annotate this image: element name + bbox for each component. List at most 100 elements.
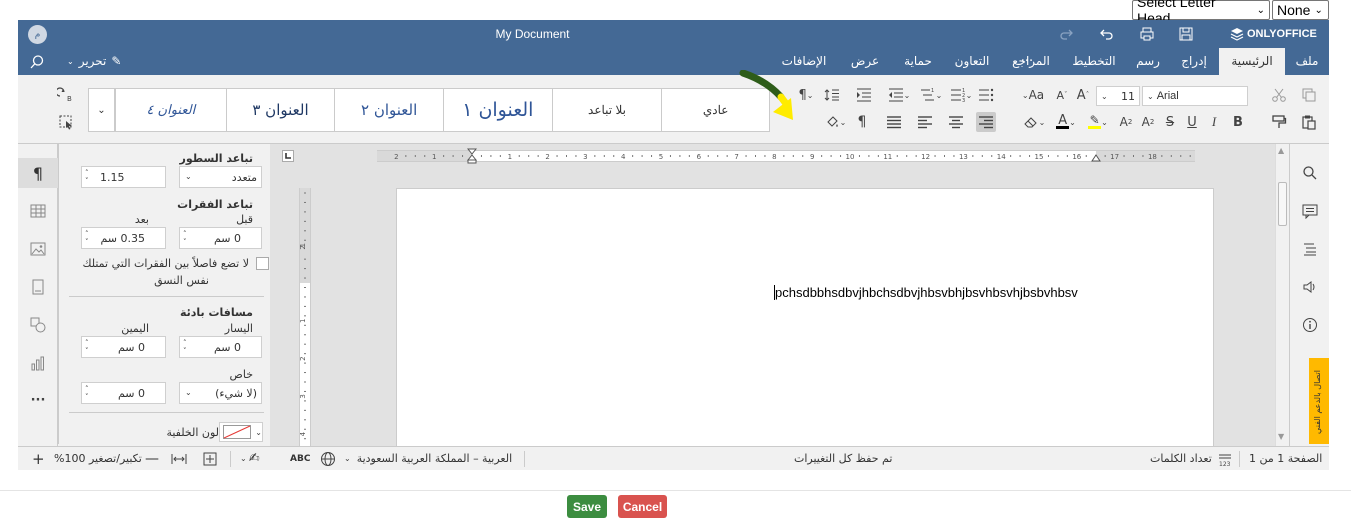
paragraph-shading-button[interactable]: ⌄ xyxy=(820,112,850,132)
copy-icon[interactable] xyxy=(1299,85,1319,105)
scrollbar-thumb[interactable] xyxy=(1278,182,1287,226)
subscript-icon[interactable]: A2 xyxy=(1116,112,1136,132)
cut-icon[interactable] xyxy=(1269,85,1289,105)
spell-check-icon[interactable]: ABC xyxy=(290,447,310,471)
more-settings-icon[interactable]: ··· xyxy=(28,390,48,410)
change-case-button[interactable]: ⌄ Aa xyxy=(1018,85,1048,105)
select-all-icon[interactable] xyxy=(56,112,76,132)
show-nonprinting-icon[interactable]: ¶ xyxy=(852,112,872,132)
tab-file[interactable]: ملف xyxy=(1290,48,1324,75)
spacing-after-input[interactable]: 0.35 سم ˄ ˅ xyxy=(81,227,166,249)
right-indent-input[interactable]: 0 سم ˄ ˅ xyxy=(81,336,166,358)
highlight-color-button[interactable]: ✎ ⌄ xyxy=(1084,112,1112,132)
increase-indent-icon[interactable] xyxy=(854,85,874,105)
line-spacing-mode-select[interactable]: متعدد ⌄ xyxy=(179,166,262,188)
style-heading-1[interactable]: العنوان ١ xyxy=(442,89,552,131)
search-icon[interactable] xyxy=(29,54,45,70)
word-count-button[interactable]: تعداد الكلمات 123 xyxy=(1150,447,1232,471)
language-select[interactable]: ⌄ العربية – المملكة العربية السعودية xyxy=(344,447,512,471)
italic-icon[interactable]: I xyxy=(1204,112,1224,132)
copy-style-icon[interactable] xyxy=(1269,112,1289,132)
tab-layout[interactable]: التخطيط xyxy=(1068,48,1120,75)
document-body-text[interactable]: pchsdbbhsdbvjhbchsdbvjhbsvbhjbsvhbsvhjbs… xyxy=(775,285,1078,300)
fit-width-icon[interactable] xyxy=(171,447,187,471)
horizontal-ruler[interactable]: 2 1 1 2 3 4 5 6 7 8 9 10 11 12 13 14 15 16 17 18 xyxy=(377,148,1195,164)
page-info[interactable]: الصفحة 1 من 1 xyxy=(1249,447,1322,471)
zoom-label[interactable]: تكبير/تصغير 100% xyxy=(54,447,142,471)
zoom-out-icon[interactable]: — xyxy=(145,447,159,471)
scroll-up-icon[interactable]: ▲ xyxy=(1278,146,1284,155)
tab-home[interactable]: الرئيسية xyxy=(1219,48,1285,75)
tab-collaboration[interactable]: التعاون xyxy=(948,48,996,75)
header-footer-settings-icon[interactable] xyxy=(28,277,48,297)
vertical-ruler[interactable]: 211234 xyxy=(299,188,311,446)
document-page[interactable]: pchsdbbhsdbvjhbchsdbvjhbsvbhjbsvhbsvhjbs… xyxy=(396,188,1214,448)
increase-font-icon[interactable]: Aˆ xyxy=(1073,85,1093,105)
save-button[interactable]: Save xyxy=(567,495,607,518)
globe-icon[interactable] xyxy=(320,447,336,471)
superscript-icon[interactable]: A2 xyxy=(1138,112,1158,132)
image-settings-icon[interactable] xyxy=(28,239,48,259)
left-indent-input[interactable]: 0 سم ˄ ˅ xyxy=(179,336,262,358)
style-heading-2[interactable]: العنوان ٢ xyxy=(334,89,443,131)
tab-insert[interactable]: إدراج xyxy=(1174,48,1214,75)
bulleted-list-icon[interactable] xyxy=(976,85,996,105)
tab-protection[interactable]: حماية xyxy=(896,48,940,75)
fit-page-icon[interactable] xyxy=(203,447,217,471)
bold-icon[interactable]: B xyxy=(1228,112,1248,132)
info-icon[interactable] xyxy=(1300,315,1320,335)
line-spacing-input[interactable]: ˄ ˅ 1.15 xyxy=(81,166,166,188)
numbered-list-button[interactable]: 1 2 3 ⌄ xyxy=(946,85,976,105)
undo-icon[interactable] xyxy=(1099,26,1115,42)
tab-draw[interactable]: رسم xyxy=(1130,48,1166,75)
style-no-spacing[interactable]: بلا تباعد xyxy=(551,89,662,131)
underline-icon[interactable]: U xyxy=(1182,112,1202,132)
save-icon[interactable] xyxy=(1178,26,1194,42)
redo-icon[interactable] xyxy=(1058,26,1074,42)
table-settings-icon[interactable] xyxy=(28,201,48,221)
special-indent-select[interactable]: (لا شيء) ⌄ xyxy=(179,382,262,404)
no-space-same-style-checkbox[interactable] xyxy=(256,257,269,270)
decrease-font-icon[interactable]: Aˇ xyxy=(1052,85,1072,105)
support-side-tab[interactable]: اتصال بالدعم الفني xyxy=(1309,358,1329,444)
style-heading-3[interactable]: العنوان ٣ xyxy=(225,89,335,131)
scroll-down-icon[interactable]: ▼ xyxy=(1278,432,1284,441)
clear-style-button[interactable]: ⌄ xyxy=(1020,112,1048,132)
print-icon[interactable] xyxy=(1139,26,1155,42)
line-spacing-icon[interactable] xyxy=(822,85,842,105)
tab-references[interactable]: المراجع xyxy=(1008,48,1054,75)
font-name-combo[interactable]: ⌄ Arial xyxy=(1142,86,1248,106)
font-size-combo[interactable]: 11 ⌄ xyxy=(1096,86,1140,106)
left-indent-marker-icon[interactable] xyxy=(467,148,477,164)
right-indent-marker-icon[interactable] xyxy=(1091,154,1101,162)
styles-gallery-expand-button[interactable]: ⌄ xyxy=(88,88,115,132)
none-select[interactable]: None ⌄ xyxy=(1272,0,1329,20)
shape-settings-icon[interactable] xyxy=(28,315,48,335)
align-left-icon[interactable] xyxy=(915,112,935,132)
special-indent-input[interactable]: 0 سم ˄ ˅ xyxy=(81,382,166,404)
change-case-icon[interactable]: B xyxy=(56,85,76,105)
strikethrough-icon[interactable]: S xyxy=(1160,112,1180,132)
search-icon[interactable] xyxy=(1300,163,1320,183)
tab-stop-selector[interactable] xyxy=(282,150,294,162)
letter-head-select[interactable]: Select Letter Head ⌄ xyxy=(1132,0,1270,26)
style-heading-4[interactable]: العنوان ٤ xyxy=(116,89,226,131)
multilevel-list-button[interactable]: 1 ⌄ xyxy=(916,85,946,105)
edit-mode-button[interactable]: ✎ تحرير ⌄ xyxy=(67,48,121,75)
navigation-icon[interactable] xyxy=(1300,239,1320,259)
paste-icon[interactable] xyxy=(1299,112,1319,132)
vertical-scrollbar[interactable]: ▲ ▼ xyxy=(1275,144,1289,446)
chart-settings-icon[interactable] xyxy=(28,353,48,373)
tab-view[interactable]: عرض xyxy=(845,48,885,75)
decrease-indent-button[interactable]: ⌄ xyxy=(884,85,914,105)
zoom-in-icon[interactable]: + xyxy=(32,447,45,471)
justify-icon[interactable] xyxy=(884,112,904,132)
spacing-before-input[interactable]: 0 سم ˄ ˅ xyxy=(179,227,262,249)
track-changes-button[interactable]: ⌄ ✍ xyxy=(240,447,260,471)
align-center-icon[interactable] xyxy=(946,112,966,132)
background-color-picker[interactable]: ⌄ xyxy=(219,422,263,442)
comments-icon[interactable] xyxy=(1300,201,1320,221)
speaker-icon[interactable] xyxy=(1300,277,1320,297)
font-color-button[interactable]: A ⌄ xyxy=(1052,112,1080,132)
cancel-button[interactable]: Cancel xyxy=(618,495,667,518)
